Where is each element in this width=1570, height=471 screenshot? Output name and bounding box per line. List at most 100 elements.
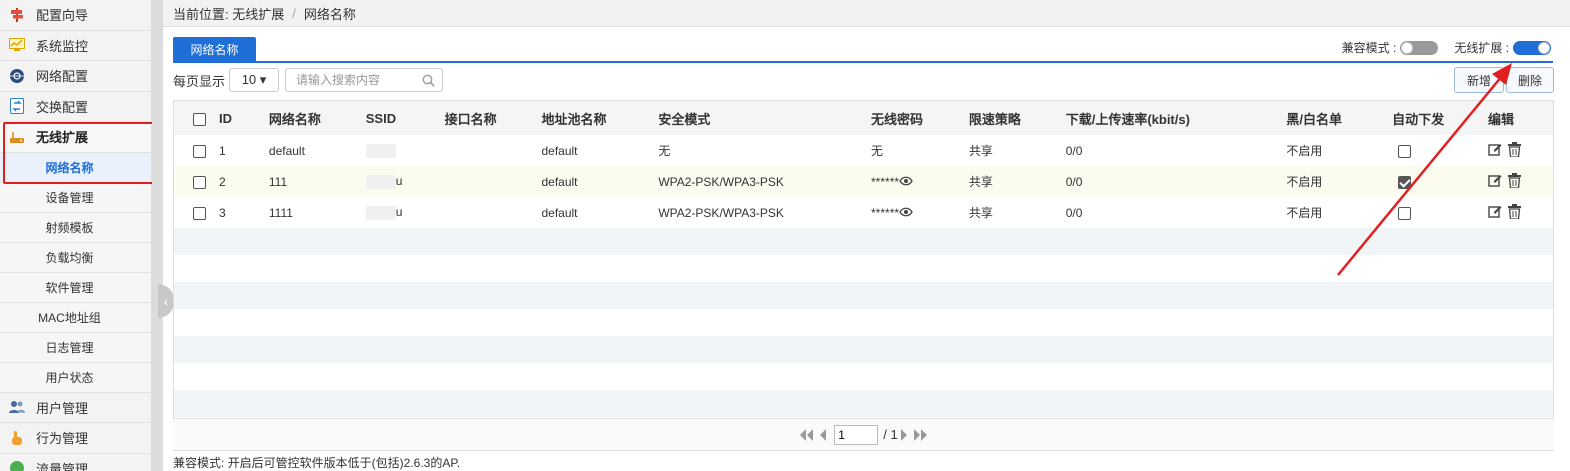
eye-icon[interactable] bbox=[899, 206, 913, 220]
redacted-ssid bbox=[365, 205, 396, 220]
column-header-pool[interactable]: 地址池名称 bbox=[541, 101, 658, 135]
trash-icon[interactable] bbox=[1508, 203, 1521, 222]
per-page-select[interactable]: 10 ▾ bbox=[229, 68, 280, 92]
last-page-icon[interactable] bbox=[913, 428, 929, 441]
cell-id: 2 bbox=[218, 174, 226, 189]
search-input[interactable] bbox=[286, 69, 417, 91]
ssid-visible-suffix: u bbox=[395, 174, 403, 189]
edit-icon[interactable] bbox=[1488, 204, 1502, 221]
auto-deploy-checkbox[interactable] bbox=[1398, 206, 1412, 220]
sidebar-item-config-wizard[interactable]: 配置向导 bbox=[0, 0, 151, 31]
row-checkbox[interactable] bbox=[193, 144, 206, 158]
trash-icon[interactable] bbox=[1508, 172, 1521, 191]
edit-icon[interactable] bbox=[1488, 173, 1502, 190]
eye-icon[interactable] bbox=[899, 175, 913, 189]
hand-pointer-icon bbox=[8, 430, 26, 446]
delete-button[interactable]: 删除 bbox=[1506, 67, 1554, 93]
edit-icon[interactable] bbox=[1488, 142, 1502, 159]
sidebar-item-traffic-management[interactable]: 流量管理 bbox=[0, 453, 151, 471]
table-header-row: ID 网络名称 SSID 接口名称 地址池名称 安全模式 无线密码 限速策略 下… bbox=[174, 101, 1553, 135]
sidebar-divider bbox=[152, 0, 163, 471]
column-header-id[interactable]: ID bbox=[219, 101, 269, 135]
sidebar-subitem-load-balance[interactable]: 负载均衡 bbox=[0, 242, 151, 273]
cell-id: 3 bbox=[218, 205, 226, 220]
sidebar-subitem-network-name[interactable]: 网络名称 bbox=[0, 152, 151, 183]
auto-deploy-checkbox[interactable] bbox=[1398, 175, 1412, 189]
compat-mode-note: 兼容模式: 开启后可管控软件版本低于(包括)2.6.3的AP. bbox=[173, 456, 461, 470]
sidebar-subitem-mac-group[interactable]: MAC地址组 bbox=[0, 302, 151, 333]
column-header-network-name[interactable]: 网络名称 bbox=[269, 101, 366, 135]
table-body: 1 default default 无 无 共享 0/0 不启用 2 111 u… bbox=[174, 135, 1553, 417]
column-header-password[interactable]: 无线密码 bbox=[871, 101, 969, 135]
column-header-rate-limit[interactable]: 限速策略 bbox=[969, 101, 1066, 135]
sidebar-item-system-monitor[interactable]: 系统监控 bbox=[0, 30, 151, 61]
sidebar-subitem-rf-template[interactable]: 射频模板 bbox=[0, 212, 151, 243]
row-checkbox[interactable] bbox=[193, 206, 206, 220]
sidebar-item-user-management[interactable]: 用户管理 bbox=[0, 392, 151, 423]
sidebar: 配置向导 系统监控 网络配置 交换配置 无线扩展 网络名称 设备管理 射频模板 … bbox=[0, 0, 152, 471]
sidebar-item-label: 配置向导 bbox=[36, 8, 89, 24]
wireless-extension-toggle[interactable] bbox=[1513, 40, 1551, 55]
next-page-icon[interactable] bbox=[900, 428, 909, 441]
page-total: / 1 bbox=[883, 427, 898, 442]
column-header-black-white-list[interactable]: 黑/白名单 bbox=[1286, 101, 1392, 135]
cell-security: WPA2-PSK/WPA3-PSK bbox=[658, 174, 784, 189]
compat-mode-toggle[interactable] bbox=[1400, 40, 1439, 55]
add-button[interactable]: 新增 bbox=[1454, 67, 1504, 93]
cell-rate: 0/0 bbox=[1065, 143, 1083, 158]
cell-security: 无 bbox=[658, 144, 671, 158]
monitor-chart-icon bbox=[8, 37, 26, 53]
page-number-input[interactable] bbox=[834, 424, 879, 445]
sidebar-item-wireless-extension[interactable]: 无线扩展 bbox=[0, 122, 151, 153]
empty-row bbox=[174, 282, 1553, 309]
pagination: / 1 bbox=[173, 418, 1554, 450]
column-header-interface[interactable]: 接口名称 bbox=[445, 101, 542, 135]
network-table: ID 网络名称 SSID 接口名称 地址池名称 安全模式 无线密码 限速策略 下… bbox=[173, 100, 1554, 451]
sidebar-item-network-config[interactable]: 网络配置 bbox=[0, 61, 151, 92]
cell-ssid bbox=[365, 135, 445, 166]
column-header-security[interactable]: 安全模式 bbox=[658, 101, 871, 135]
wireless-router-icon bbox=[8, 129, 26, 145]
sidebar-subitem-log-management[interactable]: 日志管理 bbox=[0, 332, 151, 363]
search-icon[interactable] bbox=[422, 74, 435, 90]
sidebar-item-label: 网络配置 bbox=[36, 69, 89, 85]
column-header-edit: 编辑 bbox=[1488, 111, 1515, 127]
row-checkbox[interactable] bbox=[193, 175, 206, 189]
cell-network-name: default bbox=[268, 143, 305, 158]
cell-edit bbox=[1488, 166, 1553, 197]
empty-row bbox=[174, 390, 1553, 417]
network-globe-icon bbox=[8, 68, 26, 84]
prev-page-icon[interactable] bbox=[818, 428, 827, 441]
cell-rate-limit: 共享 bbox=[968, 175, 993, 189]
sidebar-subitem-software-management[interactable]: 软件管理 bbox=[0, 272, 151, 303]
cell-ssid: u bbox=[365, 197, 445, 228]
sidebar-item-label: 交换配置 bbox=[36, 99, 89, 115]
column-header-rate[interactable]: 下载/上传速率(kbit/s) bbox=[1066, 101, 1287, 135]
tab-network-name[interactable]: 网络名称 bbox=[173, 37, 256, 61]
traffic-icon bbox=[8, 460, 26, 471]
select-all-checkbox[interactable] bbox=[193, 112, 206, 126]
cell-black-white-list: 不启用 bbox=[1286, 175, 1323, 189]
sidebar-item-behavior-management[interactable]: 行为管理 bbox=[0, 423, 151, 454]
sidebar-subitem-device-management[interactable]: 设备管理 bbox=[0, 182, 151, 213]
cell-ssid: u bbox=[365, 166, 445, 197]
toolbar: 每页显示 10 ▾ 新增 删除 bbox=[173, 67, 1554, 93]
tab-bar: 网络名称 兼容模式 : 无线扩展 : bbox=[173, 37, 1553, 63]
sidebar-item-switch-config[interactable]: 交换配置 bbox=[0, 91, 151, 122]
column-header-auto-deploy[interactable]: 自动下发 bbox=[1392, 101, 1488, 135]
column-header-ssid[interactable]: SSID bbox=[366, 101, 445, 135]
table-row: 3 1111 u default WPA2-PSK/WPA3-PSK *****… bbox=[174, 197, 1553, 228]
redacted-ssid bbox=[365, 143, 396, 158]
switch-config-icon bbox=[8, 98, 26, 115]
auto-deploy-checkbox[interactable] bbox=[1398, 144, 1412, 158]
cell-security: WPA2-PSK/WPA3-PSK bbox=[658, 205, 784, 220]
breadcrumb-current: 网络名称 bbox=[303, 6, 356, 22]
redacted-ssid bbox=[365, 174, 396, 189]
first-page-icon[interactable] bbox=[798, 428, 814, 441]
sidebar-subitem-user-status[interactable]: 用户状态 bbox=[0, 362, 151, 393]
cell-network-name: 1111 bbox=[268, 205, 293, 220]
trash-icon[interactable] bbox=[1508, 141, 1521, 160]
sidebar-item-label: 系统监控 bbox=[36, 38, 89, 54]
empty-row bbox=[174, 363, 1553, 390]
empty-row bbox=[174, 309, 1553, 336]
